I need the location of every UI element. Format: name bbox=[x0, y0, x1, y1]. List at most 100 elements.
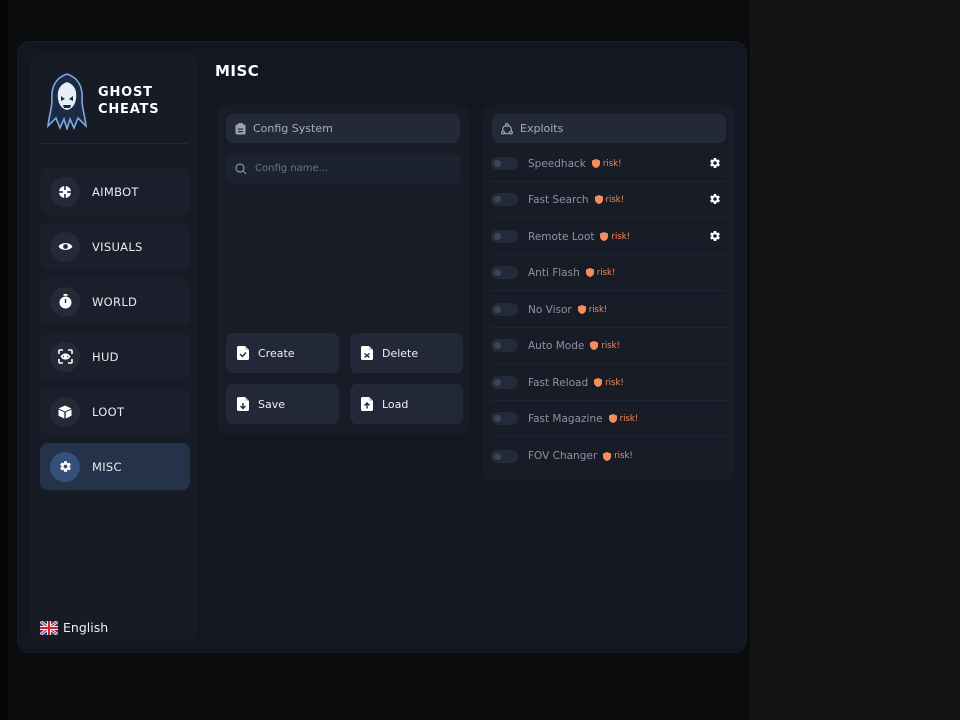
exploits-title: Exploits bbox=[520, 122, 564, 135]
stopwatch-icon bbox=[50, 286, 80, 317]
exploit-toggle[interactable] bbox=[491, 266, 518, 279]
sidebar-item-visuals[interactable]: VISUALS bbox=[40, 223, 190, 270]
shield-icon bbox=[585, 268, 594, 277]
exploit-row-auto-mode: Auto Mode risk! bbox=[491, 328, 727, 364]
sidebar-item-loot[interactable]: LOOT bbox=[40, 388, 190, 435]
sidebar-item-label: VISUALS bbox=[92, 239, 143, 254]
sidebar-item-world[interactable]: WORLD bbox=[40, 278, 190, 325]
clipboard-icon bbox=[235, 122, 246, 135]
sidebar-item-aimbot[interactable]: AIMBOT bbox=[40, 168, 190, 215]
load-button-label: Load bbox=[382, 397, 409, 411]
create-button[interactable]: Create bbox=[226, 333, 339, 373]
exploit-label: Anti Flash bbox=[528, 266, 580, 279]
delete-button[interactable]: Delete bbox=[350, 333, 463, 373]
sidebar-item-label: AIMBOT bbox=[92, 184, 139, 199]
risk-badge: risk! bbox=[608, 413, 639, 424]
exploit-toggle[interactable] bbox=[491, 412, 518, 425]
exploit-label: FOV Changer bbox=[528, 450, 598, 462]
scan-eye-icon bbox=[50, 341, 80, 372]
risk-badge: risk! bbox=[591, 158, 622, 169]
create-button-label: Create bbox=[258, 346, 295, 360]
save-button-label: Save bbox=[258, 397, 286, 411]
exploit-label: Speedhack bbox=[528, 157, 586, 170]
main-window: GHOST CHEATS AIMBOT VISUALS WORLD HUD LO… bbox=[18, 42, 746, 652]
exploit-toggle[interactable] bbox=[491, 339, 518, 352]
toggle-knob bbox=[494, 196, 501, 203]
exploit-toggle[interactable] bbox=[491, 230, 518, 243]
sidebar-item-label: HUD bbox=[92, 349, 119, 364]
config-name-input[interactable] bbox=[253, 162, 457, 175]
sidebar-item-label: WORLD bbox=[92, 294, 138, 309]
config-system-header: Config System bbox=[226, 114, 460, 143]
sidebar-item-label: LOOT bbox=[92, 404, 125, 419]
exploit-row-anti-flash: Anti Flash risk! bbox=[491, 255, 727, 291]
exploit-row-fast-reload: Fast Reload risk! bbox=[491, 365, 727, 401]
risk-badge: risk! bbox=[585, 267, 616, 278]
exploit-toggle[interactable] bbox=[491, 193, 518, 206]
risk-label: risk! bbox=[605, 377, 624, 388]
search-icon bbox=[235, 162, 247, 175]
gear-icon bbox=[50, 451, 80, 482]
exploit-toggle[interactable] bbox=[491, 376, 518, 389]
background-right bbox=[750, 0, 960, 720]
shield-icon bbox=[577, 305, 586, 314]
risk-badge: risk! bbox=[594, 378, 624, 388]
eye-icon bbox=[50, 231, 80, 262]
background-left bbox=[0, 0, 8, 720]
shield-icon bbox=[594, 378, 603, 387]
toggle-knob bbox=[494, 233, 501, 240]
risk-label: risk! bbox=[602, 158, 622, 169]
risk-badge: risk! bbox=[600, 232, 630, 242]
save-button[interactable]: Save bbox=[226, 384, 339, 424]
toggle-knob bbox=[494, 160, 501, 167]
risk-label: risk! bbox=[596, 267, 616, 278]
config-name-field[interactable] bbox=[226, 153, 460, 184]
toggle-knob bbox=[494, 452, 501, 460]
sidebar: GHOST CHEATS AIMBOT VISUALS WORLD HUD LO… bbox=[30, 54, 198, 640]
config-system-title: Config System bbox=[253, 122, 333, 135]
shield-icon bbox=[591, 159, 600, 168]
exploits-header: Exploits bbox=[492, 114, 726, 143]
uk-flag-icon bbox=[40, 620, 58, 635]
settings-gear-icon[interactable] bbox=[709, 230, 721, 242]
brand-divider bbox=[40, 143, 188, 144]
exploit-row-speedhack: Speedhack risk! bbox=[491, 146, 727, 182]
brand-name: GHOST CHEATS bbox=[98, 84, 159, 118]
shield-icon bbox=[600, 232, 609, 241]
sidebar-item-hud[interactable]: HUD bbox=[40, 333, 190, 380]
risk-label: risk! bbox=[588, 304, 608, 315]
shield-icon bbox=[590, 341, 599, 350]
shield-icon bbox=[594, 195, 603, 204]
exploit-toggle[interactable] bbox=[491, 303, 518, 316]
exploits-icon bbox=[501, 122, 513, 135]
sidebar-item-misc[interactable]: MISC bbox=[40, 443, 190, 490]
settings-gear-icon[interactable] bbox=[709, 157, 721, 169]
brand-line-1: GHOST bbox=[98, 85, 153, 100]
exploit-label: Fast Reload bbox=[528, 376, 589, 389]
risk-badge: risk! bbox=[594, 195, 624, 205]
file-save-icon bbox=[237, 397, 250, 411]
language-selector[interactable]: English bbox=[40, 620, 108, 635]
settings-gear-icon[interactable] bbox=[709, 193, 721, 205]
risk-label: risk! bbox=[611, 231, 631, 242]
exploit-label: Auto Mode bbox=[528, 339, 585, 352]
exploit-label: Remote Loot bbox=[528, 230, 595, 243]
box-icon bbox=[50, 396, 80, 427]
toggle-knob bbox=[494, 306, 501, 313]
risk-badge: risk! bbox=[577, 304, 608, 315]
risk-label: risk! bbox=[619, 413, 639, 424]
exploit-row-remote-loot: Remote Loot risk! bbox=[491, 219, 727, 255]
crosshair-icon bbox=[50, 176, 80, 207]
brand: GHOST CHEATS bbox=[46, 70, 186, 132]
exploit-toggle[interactable] bbox=[491, 449, 518, 463]
exploit-toggle[interactable] bbox=[491, 157, 518, 170]
toggle-knob bbox=[494, 415, 501, 422]
exploit-row-fov-changer: FOV Changer risk! bbox=[491, 438, 727, 474]
file-load-icon bbox=[361, 397, 374, 411]
sidebar-item-label: MISC bbox=[92, 459, 122, 474]
load-button[interactable]: Load bbox=[350, 384, 463, 424]
file-delete-icon bbox=[361, 346, 374, 360]
risk-badge: risk! bbox=[590, 341, 620, 351]
config-system-card: Config System Create Delete Save bbox=[217, 105, 469, 435]
page-title: MISC bbox=[215, 62, 260, 80]
